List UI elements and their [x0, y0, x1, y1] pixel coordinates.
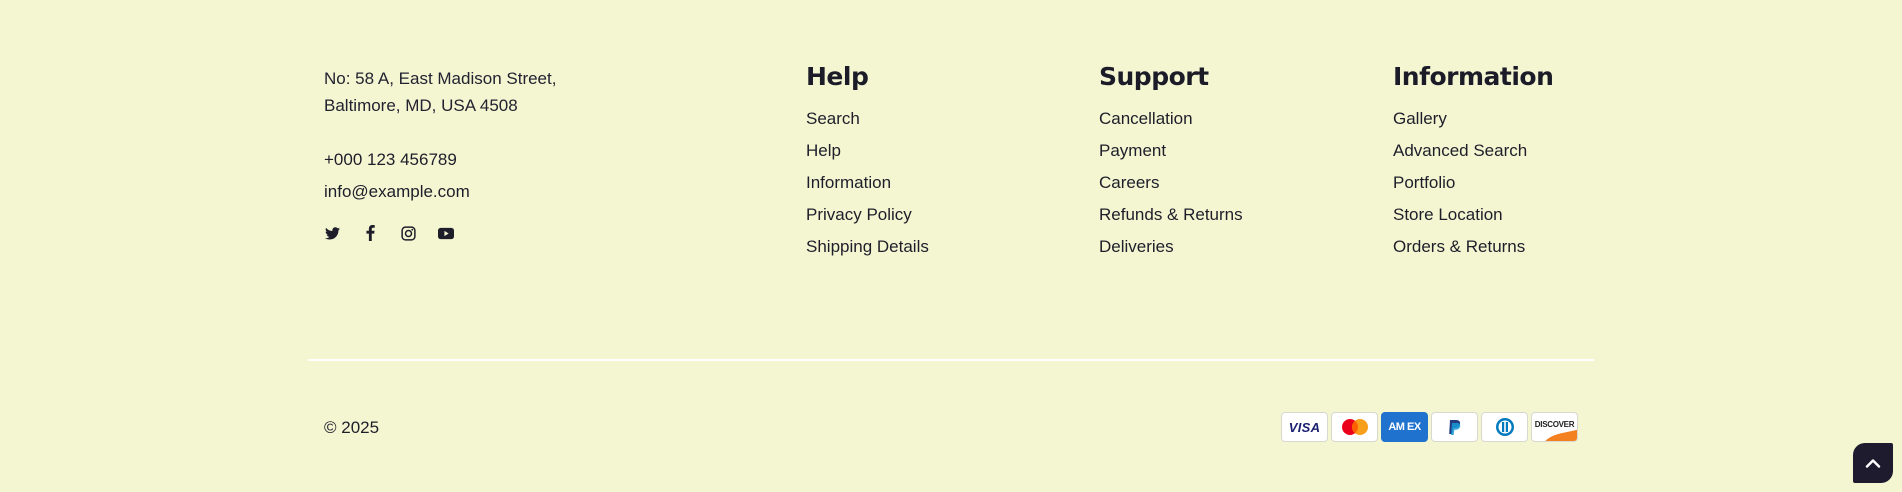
- phone-number[interactable]: +000 123 456789: [324, 149, 624, 171]
- info-link-store-location[interactable]: Store Location: [1393, 204, 1553, 226]
- discover-card-icon: DISCOVER: [1531, 412, 1578, 442]
- back-to-top-button[interactable]: [1853, 443, 1893, 483]
- support-link-payment[interactable]: Payment: [1099, 140, 1243, 162]
- visa-label: VISA: [1288, 419, 1321, 435]
- diners-club-icon: [1481, 412, 1528, 442]
- address: No: 58 A, East Madison Street, Baltimore…: [324, 65, 624, 119]
- support-column: Support Cancellation Payment Careers Ref…: [1099, 60, 1243, 268]
- mastercard-icon: [1331, 412, 1378, 442]
- amex-card-icon: AM EX: [1381, 412, 1428, 442]
- help-link-search[interactable]: Search: [806, 108, 929, 130]
- support-link-deliveries[interactable]: Deliveries: [1099, 236, 1243, 258]
- information-heading: Information: [1393, 62, 1554, 91]
- help-link-privacy-policy[interactable]: Privacy Policy: [806, 204, 929, 226]
- support-links: Cancellation Payment Careers Refunds & R…: [1099, 108, 1243, 258]
- email-address[interactable]: info@example.com: [324, 181, 624, 203]
- facebook-icon[interactable]: [362, 225, 378, 241]
- info-link-advanced-search[interactable]: Advanced Search: [1393, 140, 1553, 162]
- youtube-icon[interactable]: [438, 225, 454, 241]
- info-link-portfolio[interactable]: Portfolio: [1393, 172, 1553, 194]
- help-link-help[interactable]: Help: [806, 140, 929, 162]
- contact-block: No: 58 A, East Madison Street, Baltimore…: [324, 65, 624, 241]
- chevron-up-icon: [1865, 459, 1881, 468]
- help-link-information[interactable]: Information: [806, 172, 929, 194]
- footer-top: No: 58 A, East Madison Street, Baltimore…: [324, 0, 1594, 300]
- instagram-icon[interactable]: [400, 225, 416, 241]
- support-link-cancellation[interactable]: Cancellation: [1099, 108, 1243, 130]
- discover-label: DISCOVER: [1534, 420, 1575, 429]
- paypal-icon: [1431, 412, 1478, 442]
- amex-label: AM EX: [1388, 421, 1421, 433]
- support-link-careers[interactable]: Careers: [1099, 172, 1243, 194]
- help-links: Search Help Information Privacy Policy S…: [806, 108, 929, 258]
- help-column: Help Search Help Information Privacy Pol…: [806, 60, 929, 268]
- support-link-refunds-returns[interactable]: Refunds & Returns: [1099, 204, 1243, 226]
- information-column: Information Gallery Advanced Search Port…: [1393, 60, 1554, 268]
- footer-divider: [308, 359, 1594, 361]
- address-line-1: No: 58 A, East Madison Street,: [324, 69, 557, 88]
- discover-swoosh: [1541, 429, 1577, 441]
- copyright: © 2025: [324, 418, 380, 437]
- payment-methods: VISA AM EX DISCOVER: [1281, 412, 1578, 442]
- information-links: Gallery Advanced Search Portfolio Store …: [1393, 108, 1553, 258]
- visa-card-icon: VISA: [1281, 412, 1328, 442]
- help-link-shipping-details[interactable]: Shipping Details: [806, 236, 929, 258]
- help-heading: Help: [806, 62, 869, 91]
- social-links: [324, 225, 624, 241]
- twitter-icon[interactable]: [324, 225, 340, 241]
- info-link-gallery[interactable]: Gallery: [1393, 108, 1553, 130]
- support-heading: Support: [1099, 62, 1209, 91]
- info-link-orders-returns[interactable]: Orders & Returns: [1393, 236, 1553, 258]
- address-line-2: Baltimore, MD, USA 4508: [324, 96, 518, 115]
